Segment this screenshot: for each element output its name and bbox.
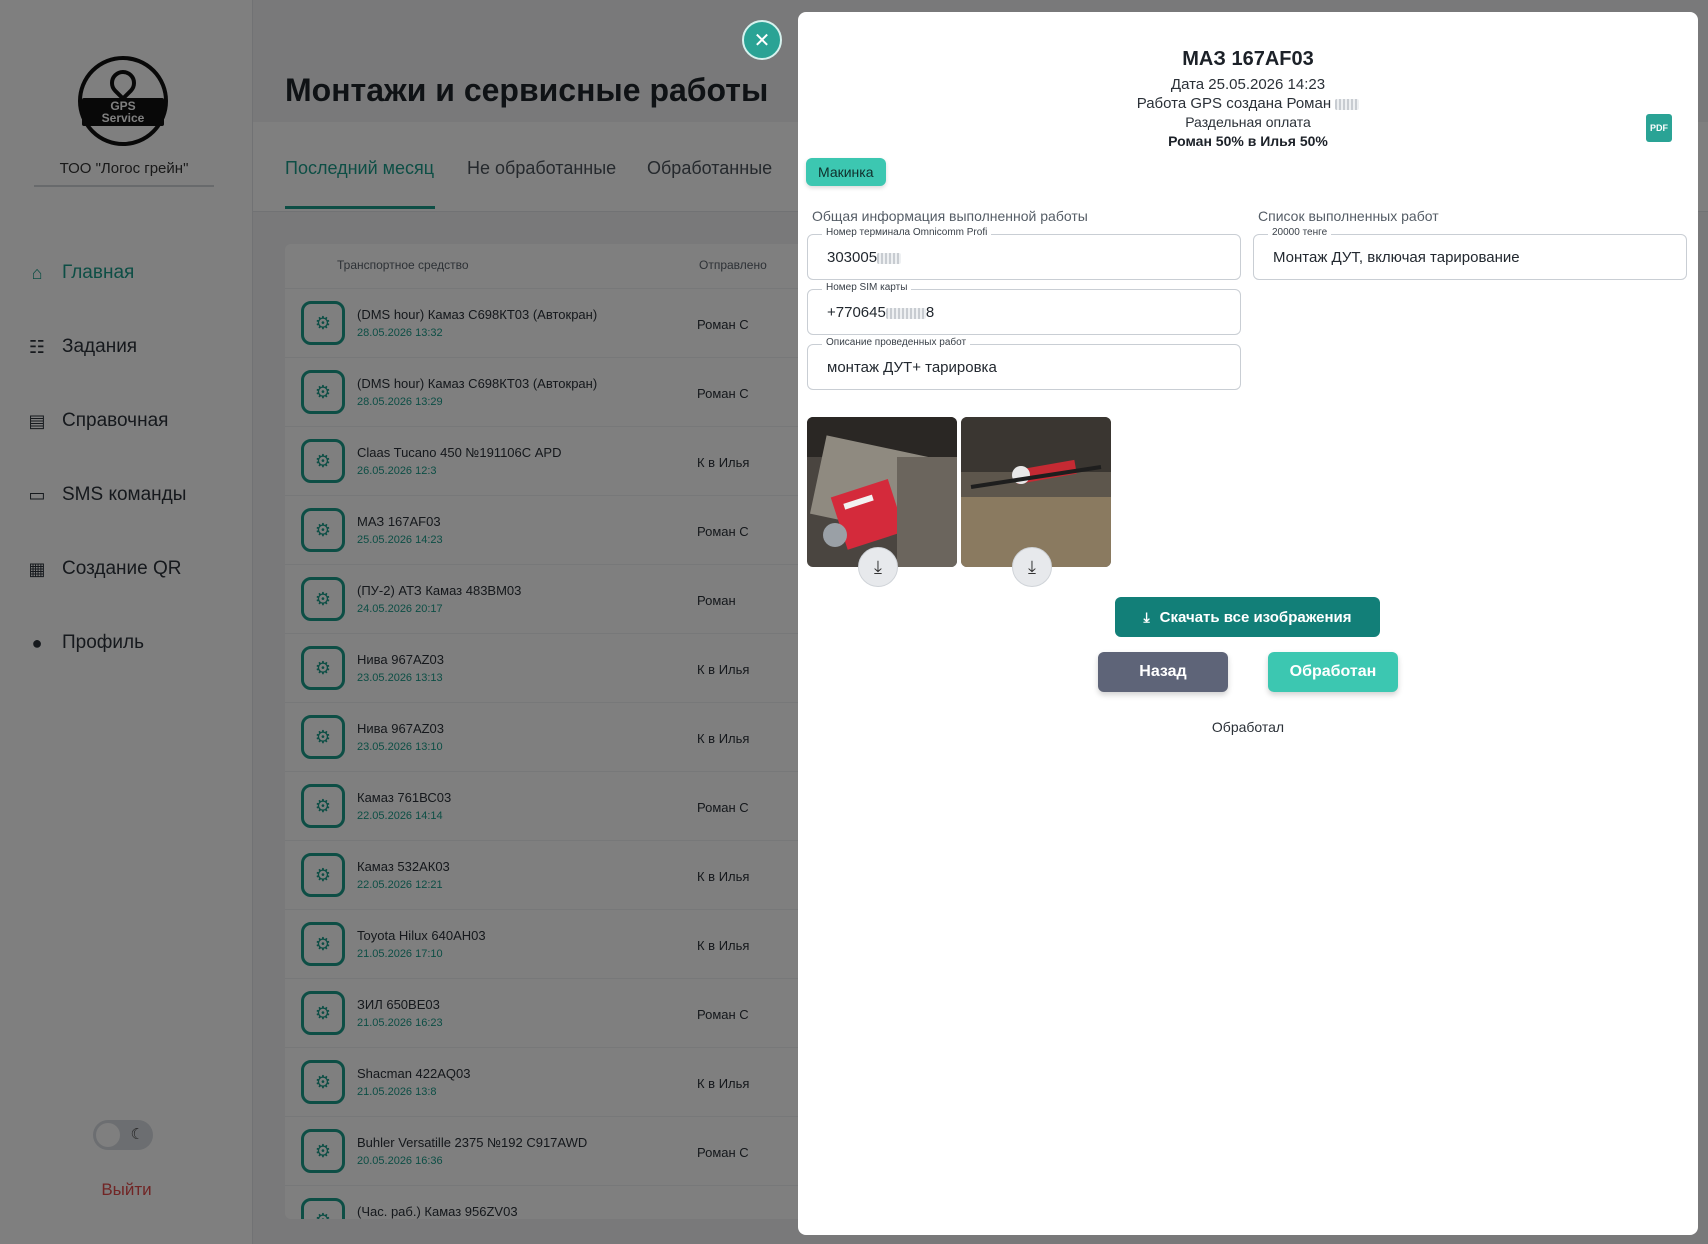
download-all-label: Скачать все изображения xyxy=(1159,608,1352,626)
field-label: Номер SIM карты xyxy=(822,282,912,293)
download-icon: ⤓ xyxy=(874,556,882,577)
mark-processed-button[interactable]: Обработан xyxy=(1268,652,1398,692)
field-value: 303005 xyxy=(827,249,902,266)
date-line: Дата 25.05.2026 14:23 xyxy=(1170,76,1326,93)
sim-number-field[interactable]: Номер SIM карты +770645 8 xyxy=(807,282,1241,335)
field-label: Номер терминала Omnicomm Profi xyxy=(822,227,992,238)
work-photo[interactable] xyxy=(961,417,1111,567)
completed-work-field[interactable]: 20000 тенге Монтаж ДУТ, включая тарирова… xyxy=(1253,227,1687,280)
redacted-text xyxy=(1335,98,1360,110)
payment-split-line: Роман 50% в Илья 50% xyxy=(1168,133,1328,149)
field-value: +770645 8 xyxy=(827,304,934,321)
work-list-heading: Список выполненных работ xyxy=(1258,208,1439,224)
created-by-text: Работа GPS создана Роман xyxy=(1136,95,1332,112)
modal-header: МАЗ 167AF03 Дата 25.05.2026 14:23 Работа… xyxy=(798,48,1698,150)
terminal-number-value: 303005 xyxy=(827,249,878,266)
close-button[interactable]: ✕ xyxy=(742,20,782,60)
download-icon: ⤓ xyxy=(1143,608,1150,625)
payment-line: Раздельная оплата xyxy=(1185,114,1311,130)
work-photo[interactable] xyxy=(807,417,957,567)
field-label: 20000 тенге xyxy=(1268,227,1332,238)
terminal-number-field[interactable]: Номер терминала Omnicomm Profi 303005 xyxy=(807,227,1241,280)
download-all-images-button[interactable]: ⤓ Скачать все изображения xyxy=(1115,597,1380,637)
close-icon: ✕ xyxy=(753,29,771,52)
work-description-field[interactable]: Описание проведенных работ монтаж ДУТ+ т… xyxy=(807,337,1241,390)
redacted-text xyxy=(877,252,902,264)
redacted-text xyxy=(885,307,926,319)
download-icon: ⤓ xyxy=(1028,556,1036,577)
pdf-icon[interactable]: PDF xyxy=(1646,114,1672,142)
processed-by-text: Обработал xyxy=(1211,719,1285,735)
general-info-heading: Общая информация выполненной работы xyxy=(812,208,1088,224)
download-photo-button[interactable]: ⤓ xyxy=(858,547,898,587)
field-value: монтаж ДУТ+ тарировка xyxy=(827,359,997,376)
work-details-modal: МАЗ 167AF03 Дата 25.05.2026 14:23 Работа… xyxy=(798,12,1698,1235)
sim-number-value-end: 8 xyxy=(925,304,935,321)
category-tag: Макинка xyxy=(806,158,886,186)
created-by-line: Работа GPS создана Роман xyxy=(798,94,1698,113)
sim-number-value-start: +770645 xyxy=(827,304,886,321)
back-button[interactable]: Назад xyxy=(1098,652,1228,692)
download-photo-button[interactable]: ⤓ xyxy=(1012,547,1052,587)
modal-title: МАЗ 167AF03 xyxy=(1182,48,1314,70)
field-label: Описание проведенных работ xyxy=(822,337,971,348)
field-value: Монтаж ДУТ, включая тарирование xyxy=(1273,249,1520,266)
